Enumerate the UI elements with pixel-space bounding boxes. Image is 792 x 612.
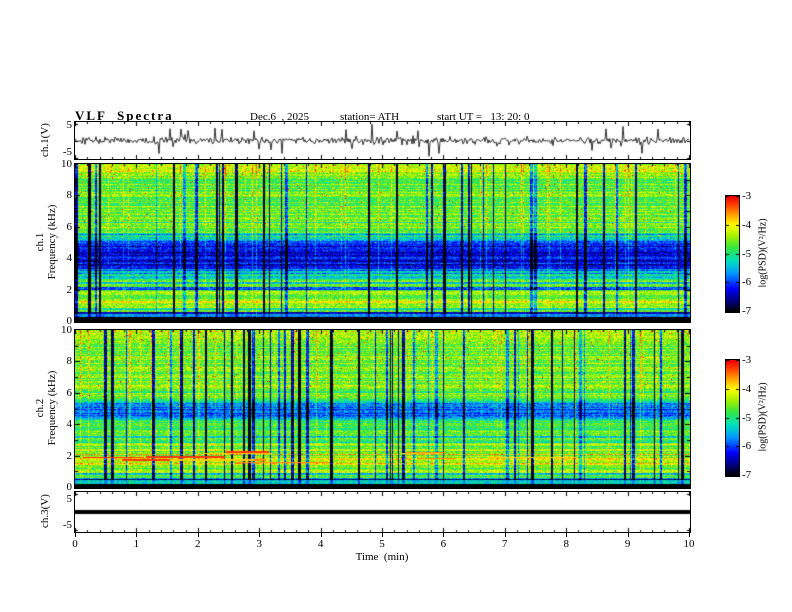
freq-tick-label: 10 [61,324,72,336]
colorbar-tick-label: -6 [742,440,752,453]
freq-tick-label: 4 [66,418,73,431]
ch3-waveform-panel [74,491,691,533]
colorbar1-panel [725,195,740,313]
voltage-tick-label: -5 [62,146,72,158]
freq-tick-label: 6 [66,386,73,399]
colorbar-tick-label: -6 [742,276,752,289]
voltage-tick-label: 5 [66,119,73,131]
axis-tick [321,533,322,537]
axis-tick [136,533,137,537]
axis-tick [628,533,629,537]
ch1-spectrogram [75,164,690,322]
x-tick-label: 3 [256,538,262,550]
colorbar-tick-label: -3 [742,190,752,202]
x-tick-label: 5 [379,538,385,550]
vlf-spectra-figure: VLF Spectra Dec.6 , 2025 station= ATH st… [0,0,792,612]
colorbar-1 [726,196,739,312]
colorbar-tick-label: -7 [742,469,752,481]
freq-tick-label: 0 [66,481,73,493]
colorbar-2 [726,360,739,476]
freq-tick-label: 8 [66,355,73,368]
ch1-voltage-ylabel: ch.1(V) [39,123,51,157]
spec1-ylabel-axis: Frequency (kHz) [46,204,58,280]
axis-tick [689,533,690,537]
spec1-ylabel: ch.1 Frequency (kHz) [34,205,58,280]
colorbar-tick-label: -4 [742,382,752,395]
colorbar-tick-label: -5 [742,247,752,260]
ch3-waveform-plot [75,492,690,532]
colorbar-tick-label: -5 [742,411,752,424]
x-tick-label: 8 [563,538,569,550]
colorbar2-panel [725,359,740,477]
ch1-waveform-plot [75,122,690,159]
axis-tick [443,533,444,537]
axis-tick [382,533,383,537]
axis-tick [505,533,506,537]
ch2-spectrogram-panel [74,329,691,489]
ch1-waveform-panel [74,121,691,160]
colorbar-tick-label: -7 [742,305,752,317]
freq-tick-label: 8 [66,189,73,202]
spec1-ylabel-channel: ch.1 [34,232,46,252]
ch1-spectrogram-panel [74,163,691,323]
x-tick-label: 9 [624,538,631,550]
spec2-ylabel: ch.2 Frequency (kHz) [34,371,58,446]
ch2-spectrogram [75,330,690,488]
axis-tick [259,533,260,537]
colorbar-tick-label: -3 [742,354,752,366]
freq-tick-label: 6 [66,220,73,233]
x-tick-label: 6 [440,538,447,550]
x-tick-label: 7 [502,538,508,550]
x-tick-label: 1 [133,538,140,550]
x-axis-title: Time (min) [355,551,409,563]
voltage-tick-label: -5 [62,519,72,531]
voltage-tick-label: 5 [66,493,73,505]
axis-tick [566,533,567,537]
x-tick-label: 2 [195,538,201,550]
x-tick-label: 0 [72,538,78,550]
axis-tick [198,533,199,537]
x-tick-label: 10 [683,538,695,550]
freq-tick-label: 2 [66,283,73,296]
freq-tick-label: 2 [66,449,73,462]
axis-tick [75,533,76,537]
spec2-ylabel-axis: Frequency (kHz) [46,370,58,446]
ch3-voltage-ylabel: ch.3(V) [39,494,51,528]
x-tick-label: 4 [317,538,324,550]
spec2-ylabel-channel: ch.2 [34,398,46,418]
colorbar-tick-label: -4 [742,218,752,231]
freq-tick-label: 10 [61,158,72,170]
freq-tick-label: 4 [66,252,73,265]
